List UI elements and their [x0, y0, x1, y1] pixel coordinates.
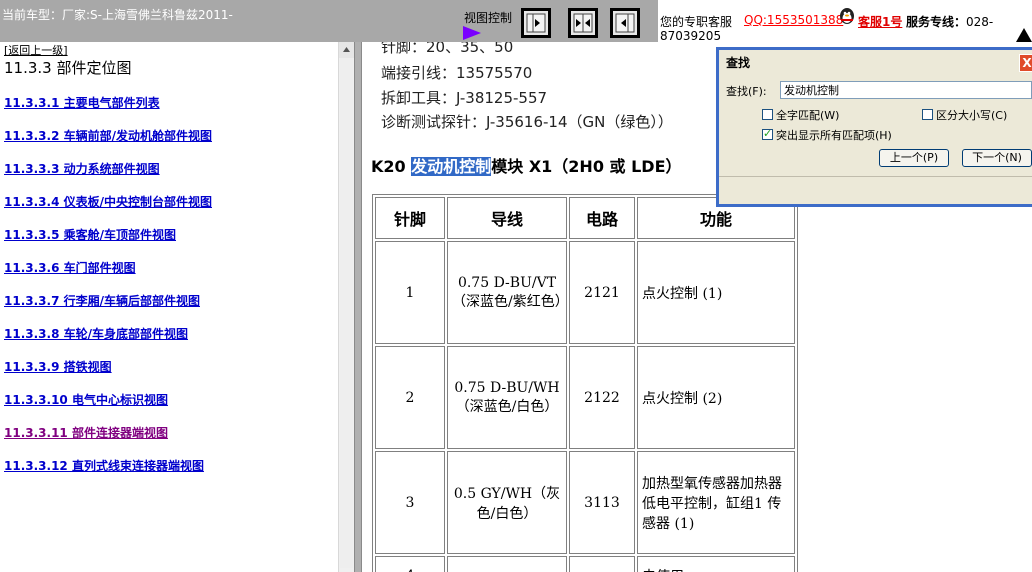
- view-control-label: 视图控制: [464, 11, 513, 25]
- toc-link[interactable]: 11.3.3.2 车辆前部/发动机舱部件视图: [4, 127, 212, 144]
- table-row: 4 — — 未使用: [375, 556, 795, 572]
- expand-right-icon: [526, 13, 546, 33]
- cell-pin: 1: [375, 241, 445, 344]
- cell-wire: 0.75 D-BU/WH（深蓝色/白色）: [447, 346, 567, 449]
- heading-prefix: K20: [371, 157, 412, 176]
- table-row: 1 0.75 D-BU/VT（深蓝色/紫红色） 2121 点火控制 (1): [375, 241, 795, 344]
- pane-splitter[interactable]: [354, 42, 362, 572]
- cell-pin: 3: [375, 451, 445, 554]
- toc-link[interactable]: 11.3.3.3 动力系统部件视图: [4, 160, 160, 177]
- expand-left-icon: [615, 13, 635, 33]
- hotline-label: 服务专线：: [906, 15, 967, 29]
- info-line-terminal: 端接引线：13575570: [381, 64, 533, 82]
- cell-wire: 0.5 GY/WH（灰色/白色）: [447, 451, 567, 554]
- highlight-all-checkbox[interactable]: [762, 127, 773, 140]
- col-header-wire: 导线: [447, 197, 567, 239]
- cell-wire: —: [447, 556, 567, 572]
- cell-circuit: 3113: [569, 451, 635, 554]
- view-left-pane-button[interactable]: [521, 8, 551, 38]
- find-dialog: 查找 X 查找(F): 全字匹配(W) 区分大小写(C) 突出显示所有匹配项(H…: [716, 47, 1032, 207]
- toc-link[interactable]: 11.3.3.1 主要电气部件列表: [4, 94, 160, 111]
- close-button[interactable]: X: [1019, 54, 1032, 72]
- match-case-checkbox[interactable]: [922, 109, 933, 120]
- col-header-pin: 针脚: [375, 197, 445, 239]
- module-heading: K20 发动机控制模块 X1（2H0 或 LDE）: [371, 153, 682, 177]
- find-dialog-titlebar[interactable]: 查找 X: [719, 50, 1032, 74]
- pin-table: 针脚 导线 电路 功能 1 0.75 D-BU/VT（深蓝色/紫红色） 2121…: [372, 194, 798, 572]
- view-control-arrow-icon[interactable]: [463, 26, 481, 40]
- find-previous-button[interactable]: 上一个(P): [879, 149, 949, 167]
- scroll-up-button[interactable]: [339, 42, 354, 58]
- qq-penguin-icon[interactable]: [838, 6, 856, 26]
- find-label: 查找(F):: [726, 85, 767, 98]
- topbar-scroll-arrow[interactable]: [1016, 22, 1032, 42]
- match-whole-checkbox[interactable]: [762, 109, 773, 120]
- qq-number[interactable]: QQ:1553501388: [744, 13, 843, 27]
- toc-link[interactable]: 11.3.3.12 直列式线束连接器端视图: [4, 457, 204, 474]
- cell-function: 点火控制 (1): [637, 241, 795, 344]
- current-car-model: 当前车型：厂家:S-上海雪佛兰科鲁兹2011-: [2, 8, 233, 22]
- toc-link[interactable]: 11.3.3.8 车轮/车身底部部件视图: [4, 325, 188, 342]
- view-right-pane-button[interactable]: [610, 8, 640, 38]
- toc-link[interactable]: 11.3.3.7 行李厢/车辆后部部件视图: [4, 292, 200, 309]
- info-line-tool: 拆卸工具：J-38125-557: [381, 89, 548, 107]
- service-text: 您的专职客服: [660, 15, 733, 29]
- toc-link[interactable]: 11.3.3.4 仪表板/中央控制台部件视图: [4, 193, 212, 210]
- toc-link-visited[interactable]: 11.3.3.11 部件连接器端视图: [4, 424, 168, 441]
- toc-link[interactable]: 11.3.3.10 电气中心标识视图: [4, 391, 168, 408]
- split-view-icon: [573, 13, 593, 33]
- toc-link[interactable]: 11.3.3.6 车门部件视图: [4, 259, 136, 276]
- back-link[interactable]: [返回上一级]: [4, 42, 68, 58]
- info-line-probe: 诊断测试探针：J-35616-14（GN（绿色））: [381, 113, 673, 131]
- search-highlight: 发动机控制: [411, 157, 492, 176]
- hotline: 服务专线：028-: [906, 13, 993, 30]
- view-split-pane-button[interactable]: [568, 8, 598, 38]
- section-title: 11.3.3 部件定位图: [4, 59, 132, 77]
- cell-circuit: 2122: [569, 346, 635, 449]
- col-header-circuit: 电路: [569, 197, 635, 239]
- cell-pin: 2: [375, 346, 445, 449]
- find-dialog-title: 查找: [726, 56, 751, 70]
- left-pane-scrollbar[interactable]: [338, 42, 354, 572]
- cell-function: 加热型氧传感器加热器低电平控制，缸组1 传感器 (1): [637, 451, 795, 554]
- hotline-number-continued: 87039205: [660, 30, 722, 42]
- toc-link[interactable]: 11.3.3.5 乘客舱/车顶部件视图: [4, 226, 176, 243]
- heading-suffix: 模块 X1（2H0 或 LDE）: [491, 157, 682, 176]
- find-input[interactable]: [780, 81, 1032, 99]
- cell-function: 未使用: [637, 556, 795, 572]
- match-whole-label[interactable]: 全字匹配(W): [776, 107, 839, 123]
- cell-function: 点火控制 (2): [637, 346, 795, 449]
- toc-link[interactable]: 11.3.3.9 搭铁视图: [4, 358, 112, 375]
- cell-circuit: —: [569, 556, 635, 572]
- cell-wire: 0.75 D-BU/VT（深蓝色/紫红色）: [447, 241, 569, 344]
- hotline-number: 028-: [966, 15, 994, 29]
- find-next-button[interactable]: 下一个(N): [962, 149, 1032, 167]
- match-case-label[interactable]: 区分大小写(C): [936, 107, 1007, 123]
- cell-circuit: 2121: [569, 241, 635, 344]
- scroll-thumb[interactable]: [340, 58, 353, 568]
- table-row: 2 0.75 D-BU/WH（深蓝色/白色） 2122 点火控制 (2): [375, 346, 795, 449]
- table-row: 3 0.5 GY/WH（灰色/白色） 3113 加热型氧传感器加热器低电平控制，…: [375, 451, 795, 554]
- cell-pin: 4: [375, 556, 445, 572]
- dialog-separator: [719, 176, 1032, 177]
- arrow-up-icon: [339, 42, 354, 58]
- customer-service-link[interactable]: 客服1号: [858, 13, 902, 30]
- highlight-all-label[interactable]: 突出显示所有匹配项(H): [776, 127, 892, 143]
- triangle-up-icon: [1016, 28, 1032, 42]
- info-line-pins: 针脚：20、35、50: [381, 42, 514, 56]
